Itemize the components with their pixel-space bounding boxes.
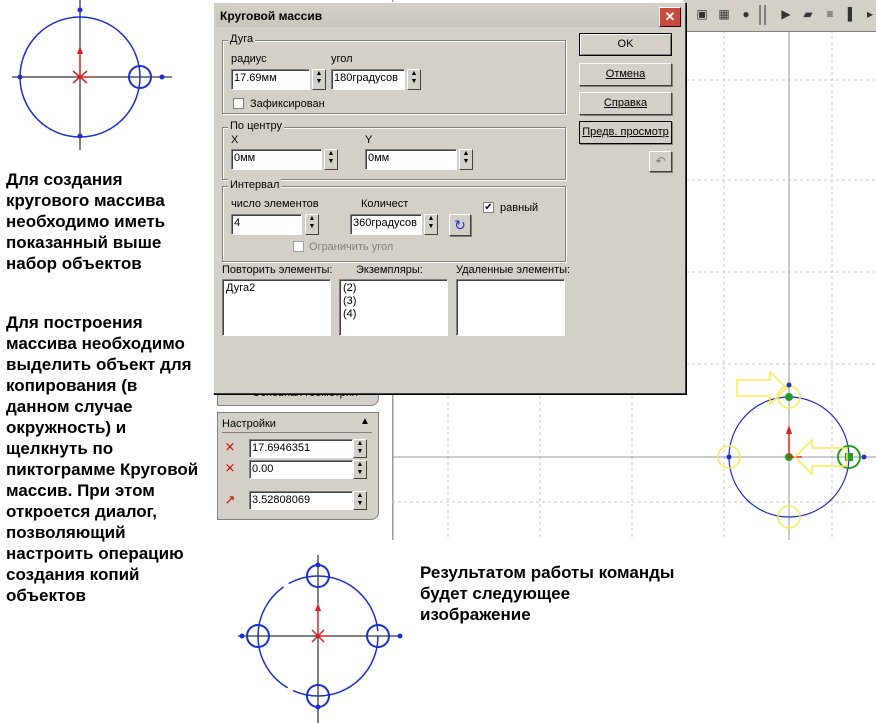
- close-icon[interactable]: ✕: [659, 7, 681, 27]
- toolbar: ▣ ▦ ● ▶ ▰ ≡ ▌ ▸: [683, 0, 876, 32]
- fixed-label: Зафиксирован: [250, 98, 325, 110]
- repeat-label: Повторить элементы:: [222, 264, 333, 276]
- repeat-list[interactable]: Дуга2: [222, 279, 331, 336]
- limit-angle-checkbox[interactable]: [293, 241, 304, 252]
- circular-pattern-dialog: Круговой массив ✕ Дуга радиус 17.69мм ▲ ▼…: [213, 2, 686, 394]
- preview-button[interactable]: Предв. просмотр: [579, 121, 672, 144]
- settings-title: Настройки: [222, 418, 276, 430]
- cube-icon[interactable]: ▣: [695, 7, 709, 21]
- instances-list[interactable]: (2) (3) (4): [339, 279, 448, 336]
- settings-spin-1[interactable]: ▲ ▼: [353, 439, 367, 458]
- layers-icon[interactable]: ▰: [801, 7, 815, 21]
- help-button[interactable]: Справка: [579, 92, 672, 115]
- removed-label: Удаленные элементы:: [456, 264, 571, 276]
- count-spin[interactable]: ▲ ▼: [305, 214, 319, 235]
- ok-button[interactable]: OK: [579, 33, 672, 56]
- x-offset-icon: ⨯: [224, 439, 236, 454]
- radius-label: радиус: [231, 53, 267, 65]
- x-spin[interactable]: ▲ ▼: [324, 149, 338, 170]
- quantity-field[interactable]: 360градусов: [350, 214, 422, 235]
- list-item[interactable]: (2): [343, 282, 444, 295]
- list-item[interactable]: (3): [343, 295, 444, 308]
- reverse-direction-button[interactable]: ↻: [449, 214, 471, 236]
- radius-field[interactable]: 17.69мм: [231, 69, 310, 90]
- sphere-icon[interactable]: ●: [739, 7, 753, 21]
- arc-legend: Дуга: [228, 33, 256, 45]
- settings-value-3[interactable]: 3.52808069: [249, 491, 353, 510]
- equal-checkbox[interactable]: ✔: [483, 202, 494, 213]
- quantity-spin[interactable]: ▲ ▼: [424, 214, 438, 235]
- dialog-title: Круговой массив: [220, 9, 323, 23]
- radius-spin[interactable]: ▲ ▼: [312, 69, 326, 90]
- center-legend: По центру: [228, 120, 284, 132]
- angle-label: угол: [331, 53, 353, 65]
- angle-spin[interactable]: ▲ ▼: [407, 69, 421, 90]
- list-item[interactable]: Дуга2: [226, 282, 327, 294]
- stack-icon[interactable]: ≡: [823, 7, 837, 21]
- limit-angle-label: Ограничить угол: [309, 241, 394, 253]
- y-field[interactable]: 0мм: [365, 149, 457, 170]
- angle-field[interactable]: 180градусов: [331, 69, 405, 90]
- y-offset-icon: ⨯: [224, 460, 236, 475]
- radius-icon: ↗: [224, 492, 236, 507]
- dialog-titlebar: Круговой массив ✕: [216, 5, 683, 27]
- preview-circle: [717, 370, 867, 529]
- settings-panel: Настройки ▲ ⨯ 17.6946351 ▲ ▼ ⨯ 0.00 ▲ ▼ ↗ …: [217, 412, 379, 520]
- settings-spin-2[interactable]: ▲ ▼: [353, 460, 367, 479]
- x-field[interactable]: 0мм: [231, 149, 322, 170]
- collapse-icon[interactable]: ▲: [360, 416, 370, 427]
- interval-legend: Интервал: [228, 179, 282, 191]
- initial-sketch: [12, 0, 172, 150]
- note-requirement: Для создания кругового массива необходим…: [6, 170, 166, 273]
- x-label: X: [231, 134, 239, 146]
- undo-preview-button[interactable]: ↶: [649, 151, 672, 172]
- settings-value-2[interactable]: 0.00: [249, 460, 353, 479]
- list-item[interactable]: (4): [343, 308, 444, 321]
- settings-value-1[interactable]: 17.6946351: [249, 439, 353, 458]
- removed-list[interactable]: [456, 279, 565, 336]
- count-field[interactable]: 4: [231, 214, 302, 235]
- fixed-checkbox[interactable]: [233, 98, 244, 109]
- y-label: Y: [365, 134, 373, 146]
- instances-label: Экземпляры:: [356, 264, 423, 276]
- equal-label: равный: [500, 202, 539, 214]
- y-spin[interactable]: ▲ ▼: [459, 149, 473, 170]
- settings-spin-3[interactable]: ▲ ▼: [353, 491, 367, 510]
- quantity-label: Количест: [361, 198, 409, 210]
- note-instructions: Для построения массива необходимо выдели…: [6, 313, 199, 605]
- note-result: Результатом работы команды будет следующ…: [420, 563, 675, 624]
- box-icon[interactable]: ▦: [717, 7, 731, 21]
- result-sketch: [238, 555, 403, 723]
- more-icon[interactable]: ▸: [863, 7, 876, 21]
- cancel-button[interactable]: Отмена: [579, 63, 672, 86]
- bar-icon[interactable]: ▌: [845, 7, 859, 21]
- count-label: число элементов: [231, 198, 319, 210]
- play-icon[interactable]: ▶: [779, 7, 793, 21]
